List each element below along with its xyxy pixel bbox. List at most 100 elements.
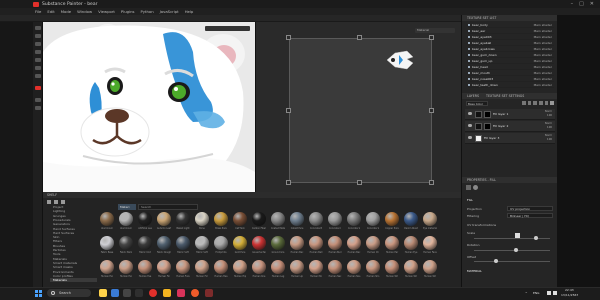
material-thumbnail[interactable] — [233, 236, 247, 250]
texture-set-settings-tab[interactable]: TEXTURE SET SETTINGS — [486, 94, 524, 98]
material-thumbnail[interactable] — [271, 236, 285, 250]
eraser-tool-icon[interactable] — [35, 34, 41, 38]
bake-icon[interactable] — [35, 86, 41, 90]
texture-set-item[interactable]: bear_nose003 Main shader — [468, 77, 554, 82]
menu-viewport[interactable]: Viewport — [98, 9, 115, 14]
material-thumbnail[interactable] — [119, 212, 133, 226]
projection-tool-icon[interactable] — [35, 42, 41, 46]
filtering-select[interactable]: Bilinear | HQ — [507, 213, 553, 218]
texture-set-item[interactable]: bear_eyeball Main shader — [468, 41, 554, 46]
taskbar-app-1[interactable] — [99, 289, 107, 297]
material-thumbnail[interactable] — [214, 260, 228, 274]
material-thumbnail[interactable] — [100, 212, 114, 226]
material-thumbnail[interactable] — [347, 260, 361, 274]
taskbar-app-9[interactable] — [205, 289, 213, 297]
texture-set-item[interactable]: bear_head Main shader — [468, 65, 554, 70]
add-layer-icon[interactable] — [522, 101, 526, 105]
uv-handle-tr[interactable] — [429, 35, 434, 40]
material-thumbnail[interactable] — [252, 236, 266, 250]
viewport-3d-mode-select[interactable] — [205, 26, 250, 31]
texture-set-item[interactable]: bear_gum_down Main shader — [468, 53, 554, 58]
material-thumbnail[interactable] — [176, 212, 190, 226]
material-thumbnail[interactable] — [138, 212, 152, 226]
menu-mode[interactable]: Mode — [61, 9, 71, 14]
folder-icon[interactable] — [47, 200, 51, 204]
material-thumbnail[interactable] — [404, 236, 418, 250]
shelf-filter-chip[interactable]: Materi — [118, 204, 136, 210]
material-thumbnail[interactable] — [423, 212, 437, 226]
lock-icon[interactable] — [515, 233, 520, 238]
material-thumbnail[interactable] — [119, 236, 133, 250]
add-fill-icon[interactable] — [527, 101, 532, 105]
layer-blend-select[interactable]: Base Color — [466, 101, 488, 106]
tray-chevron-icon[interactable]: ^ — [525, 291, 528, 295]
menu-file[interactable]: File — [35, 9, 41, 14]
material-thumbnail[interactable] — [157, 212, 171, 226]
menu-edit[interactable]: Edit — [47, 9, 54, 14]
material-thumbnail[interactable] — [290, 212, 304, 226]
viewport-2d-mode-select[interactable]: Material — [415, 28, 455, 33]
material-thumbnail[interactable] — [138, 260, 152, 274]
menu-python[interactable]: Python — [140, 9, 153, 14]
material-thumbnail[interactable] — [233, 212, 247, 226]
texture-set-shader[interactable]: Main shader — [534, 29, 552, 34]
shelf-search-input[interactable]: Search — [138, 204, 198, 210]
material-thumbnail[interactable] — [214, 236, 228, 250]
texture-set-item[interactable]: bear_gum_up Main shader — [468, 59, 554, 64]
material-thumbnail[interactable] — [309, 260, 323, 274]
material-thumbnail[interactable] — [290, 260, 304, 274]
texture-set-shader[interactable]: Main shader — [534, 41, 552, 46]
clock-date[interactable]: 13/11/2567 — [561, 293, 578, 297]
texture-set-shader[interactable]: Main shader — [534, 35, 552, 40]
taskbar-app-3[interactable] — [123, 289, 131, 297]
taskbar-app-6[interactable] — [163, 289, 171, 297]
uv-handle-mr[interactable] — [429, 108, 434, 113]
material-thumbnail[interactable] — [176, 260, 190, 274]
taskbar-app-7[interactable] — [177, 289, 185, 297]
taskbar-app-5[interactable] — [149, 289, 157, 297]
material-thumbnail[interactable] — [119, 260, 133, 274]
wifi-icon[interactable] — [547, 291, 551, 295]
material-thumbnail[interactable] — [423, 236, 437, 250]
material-thumbnail[interactable] — [347, 236, 361, 250]
delete-layer-icon[interactable] — [550, 101, 555, 105]
texture-set-item[interactable]: bear_mouth Main shader — [468, 71, 554, 76]
material-thumbnail[interactable] — [176, 236, 190, 250]
material-thumbnail[interactable] — [347, 212, 361, 226]
texture-set-item[interactable]: bear_ear Main shader — [468, 29, 554, 34]
material-thumbnail[interactable] — [404, 212, 418, 226]
material-thumbnail[interactable] — [157, 260, 171, 274]
uv-handle-bl[interactable] — [286, 180, 291, 185]
uv-handle-ml[interactable] — [286, 108, 291, 113]
polygon-fill-icon[interactable] — [35, 50, 41, 54]
material-thumbnail[interactable] — [100, 236, 114, 250]
fill-material-icon[interactable] — [466, 185, 471, 190]
grid-icon[interactable] — [54, 200, 58, 204]
clock-time[interactable]: 22:43 — [565, 288, 574, 292]
offset-slider[interactable] — [474, 259, 550, 263]
material-thumbnail[interactable] — [195, 212, 209, 226]
uv-handle-tc[interactable] — [357, 35, 362, 40]
paint-tool-icon[interactable] — [35, 26, 41, 30]
material-thumbnail[interactable] — [309, 212, 323, 226]
texture-set-shader[interactable]: Main shader — [534, 53, 552, 58]
projection-select[interactable]: UV projection — [507, 206, 553, 211]
add-mask-icon[interactable] — [533, 101, 538, 105]
material-thumbnail[interactable] — [309, 236, 323, 250]
rotation-slider[interactable] — [474, 248, 550, 252]
add-effect-icon[interactable] — [539, 101, 543, 105]
minimize-icon[interactable]: – — [571, 1, 574, 7]
material-thumbnail[interactable] — [385, 212, 399, 226]
material-thumbnail[interactable] — [328, 212, 342, 226]
visibility-icon[interactable] — [468, 124, 472, 127]
material-thumbnail[interactable] — [366, 212, 380, 226]
color-picker-icon[interactable] — [35, 74, 41, 78]
material-thumbnail[interactable] — [404, 260, 418, 274]
volume-icon[interactable] — [553, 291, 557, 295]
material-sphere-icon[interactable] — [473, 185, 478, 190]
shader-settings-icon[interactable] — [35, 106, 41, 110]
material-thumbnail[interactable] — [271, 212, 285, 226]
maximize-icon[interactable]: □ — [579, 1, 584, 7]
layer-row[interactable]: Fill layer 2 Norm 100 — [465, 121, 555, 132]
import-icon[interactable] — [61, 200, 65, 204]
